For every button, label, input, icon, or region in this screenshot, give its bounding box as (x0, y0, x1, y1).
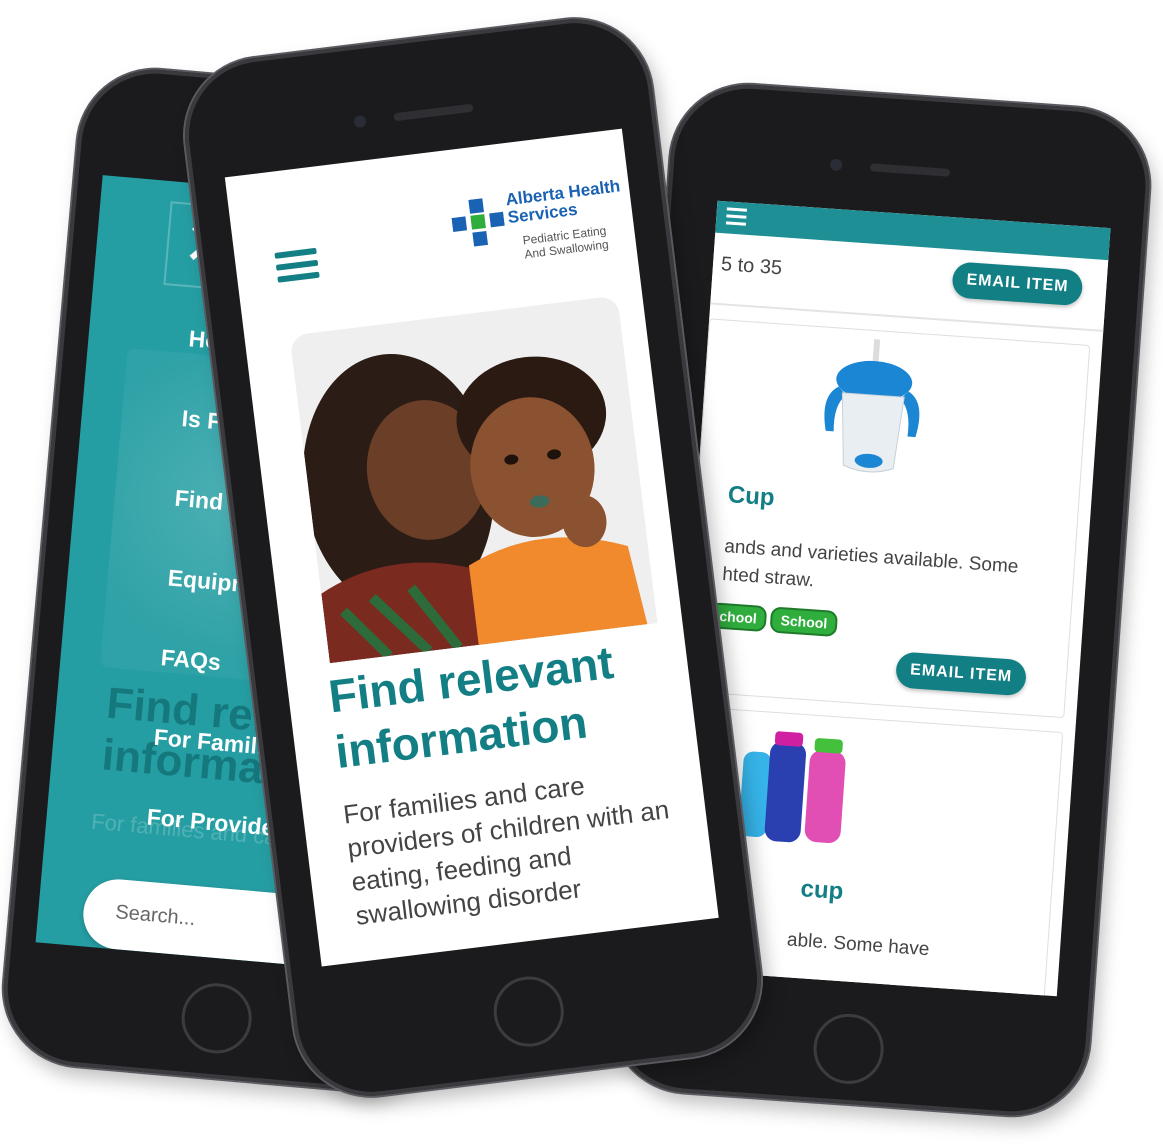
home-button[interactable] (811, 1011, 886, 1087)
page-subtitle: For families and care providers of child… (341, 756, 695, 932)
logo-subtitle: Pediatric Eating And Swallowing (521, 223, 610, 262)
hamburger-icon[interactable] (725, 203, 748, 229)
results-count: 5 to 35 (720, 253, 783, 280)
home-screen: Alberta Health Services Pediatric Eating… (224, 128, 719, 967)
logo-name: Alberta Health Services (504, 176, 622, 228)
email-item-button[interactable]: EMAIL ITEM (894, 651, 1028, 697)
home-button[interactable] (178, 980, 255, 1057)
nav-item-faqs[interactable]: FAQs (160, 644, 222, 676)
front-camera (829, 158, 843, 172)
front-camera (353, 114, 367, 129)
product-desc-line1: able. Some have (786, 929, 931, 961)
speaker (869, 163, 951, 177)
page-subtitle-text: For families and care providers of child… (341, 770, 671, 931)
hamburger-icon[interactable] (274, 242, 321, 289)
home-button[interactable] (489, 972, 568, 1051)
mother-and-baby-photo (289, 295, 658, 664)
sippy-cup-image (824, 338, 920, 473)
product-card: Cup ands and varieties available. Some h… (683, 318, 1091, 719)
product-desc-line2: hted straw. (721, 563, 815, 592)
search-placeholder: Search... (114, 901, 197, 931)
email-item-button[interactable]: EMAIL ITEM (951, 261, 1084, 307)
ahs-cross-icon (451, 198, 505, 247)
sippy-cups-image (738, 731, 846, 843)
product-title[interactable]: cup (800, 875, 844, 906)
hero-image (289, 295, 658, 664)
speaker (393, 103, 474, 122)
tag-badge: School (769, 606, 839, 638)
ahs-logo[interactable]: Alberta Health Services Pediatric Eating… (449, 176, 637, 277)
tag-list: chool School (708, 602, 843, 638)
product-title[interactable]: Cup (727, 481, 775, 512)
